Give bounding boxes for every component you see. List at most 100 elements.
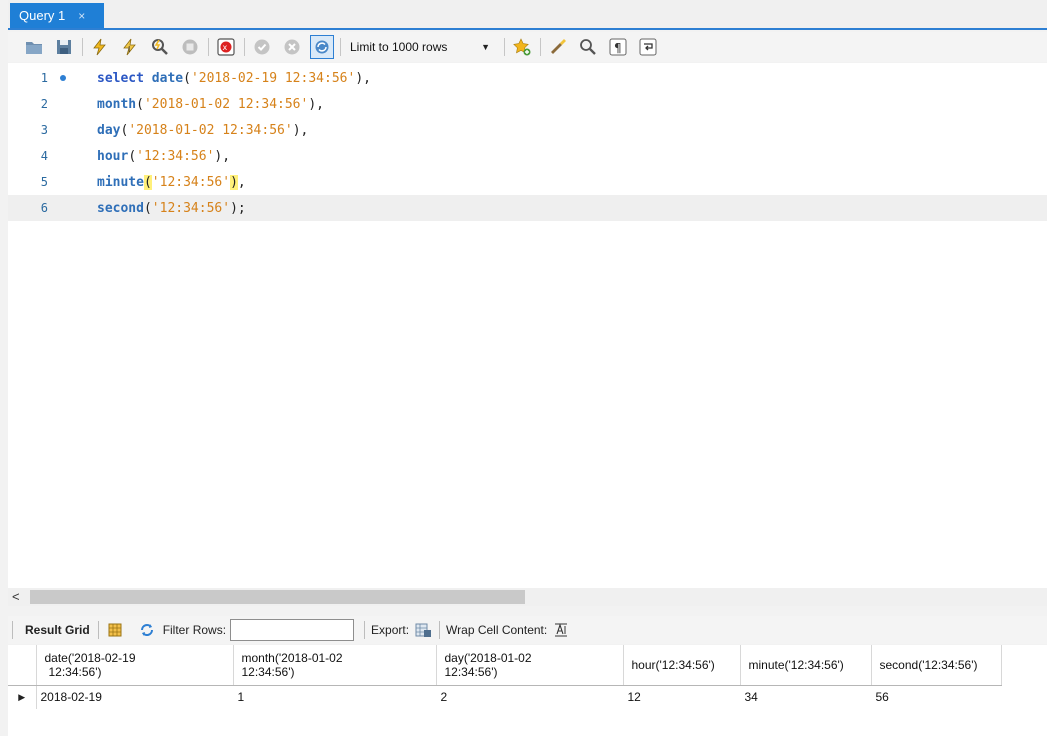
column-header-text: 12:34:56')	[444, 664, 498, 679]
sql-editor-window: Query 1 × I x Limit to 1000 rows ▼ ¶ 1 s…	[0, 0, 1047, 736]
line-number: 1	[40, 71, 48, 85]
function-name: month	[97, 96, 137, 112]
string-literal: '12:34:56'	[151, 174, 231, 190]
invisible-chars-icon[interactable]: ¶	[606, 35, 630, 59]
editor-line-6[interactable]: 6 second('12:34:56');	[8, 195, 1047, 221]
result-table: date('2018-02-19 12:34:56') month('2018-0…	[8, 645, 1002, 709]
open-folder-icon[interactable]	[22, 35, 46, 59]
result-grid[interactable]: date('2018-02-19 12:34:56') month('2018-0…	[8, 645, 1047, 736]
line-number: 6	[40, 201, 48, 215]
grid-layout-icon[interactable]	[105, 620, 125, 640]
table-row[interactable]: ▶ 2018-02-19 1 2 12 34 56	[8, 685, 1002, 709]
error-toggle-icon[interactable]: x	[214, 35, 238, 59]
beautify-icon[interactable]	[546, 35, 570, 59]
close-icon[interactable]: ×	[78, 9, 85, 23]
result-toolbar: Result Grid Filter Rows: Export: Wrap Ce…	[8, 616, 1047, 644]
paren: (	[183, 70, 191, 86]
line-number: 2	[40, 97, 48, 111]
column-header[interactable]: minute('12:34:56')	[740, 645, 872, 686]
table-cell[interactable]: 1	[233, 685, 437, 709]
svg-text:x: x	[223, 43, 228, 52]
svg-text:¶: ¶	[614, 41, 622, 55]
row-header-corner	[8, 645, 37, 686]
filter-rows-input[interactable]	[230, 619, 355, 641]
code-text: second('12:34:56');	[97, 201, 246, 216]
column-header[interactable]: day('2018-01-02 12:34:56')	[436, 645, 624, 686]
editor-line-3[interactable]: 3 day('2018-01-02 12:34:56'),	[8, 117, 1047, 143]
punctuation: ,	[363, 70, 371, 86]
tab-bar: Query 1 ×	[8, 0, 1047, 30]
stop-icon[interactable]	[178, 35, 202, 59]
editor-line-4[interactable]: 4 hour('12:34:56'),	[8, 143, 1047, 169]
toolbar-separator	[540, 38, 541, 56]
scrollbar-thumb[interactable]	[30, 590, 525, 604]
column-header[interactable]: date('2018-02-19 12:34:56')	[36, 645, 234, 686]
rollback-icon[interactable]	[280, 35, 304, 59]
wrap-cell-content-icon[interactable]	[551, 620, 571, 640]
horizontal-scrollbar[interactable]: <	[8, 588, 1047, 606]
export-icon[interactable]	[413, 620, 433, 640]
function-name: day	[97, 122, 121, 138]
toolbar-separator	[97, 621, 99, 639]
line-number: 3	[40, 123, 48, 137]
paren: (	[143, 200, 152, 216]
column-header[interactable]: second('12:34:56')	[871, 645, 1002, 686]
toolbar-separator	[439, 621, 441, 639]
autocommit-icon[interactable]	[310, 35, 334, 59]
paren: (	[128, 148, 137, 164]
paren: )	[230, 200, 238, 216]
commit-icon[interactable]	[250, 35, 274, 59]
refresh-icon[interactable]	[137, 620, 157, 640]
column-header-text: second('12:34:56')	[879, 657, 978, 672]
sql-editor[interactable]: 1 select date('2018-02-19 12:34:56'), 2 …	[8, 63, 1047, 589]
editor-line-5[interactable]: 5 minute('12:34:56'),	[8, 169, 1047, 195]
column-header[interactable]: hour('12:34:56')	[623, 645, 741, 686]
string-literal: '2018-01-02 12:34:56'	[128, 122, 293, 138]
wrap-icon[interactable]	[636, 35, 660, 59]
execute-current-icon[interactable]: I	[118, 35, 142, 59]
column-header[interactable]: month('2018-01-02 12:34:56')	[233, 645, 437, 686]
punctuation: ,	[300, 122, 309, 138]
code-text: month('2018-01-02 12:34:56'),	[97, 97, 324, 112]
function-name: second	[97, 200, 144, 216]
toolbar-separator	[340, 38, 341, 56]
paren: )	[292, 122, 301, 138]
column-header-text: day('2018-01-02	[444, 650, 532, 665]
punctuation: ,	[316, 96, 324, 112]
find-icon[interactable]	[576, 35, 600, 59]
column-header-text: 12:34:56')	[241, 664, 295, 679]
table-cell[interactable]: 34	[740, 685, 872, 709]
punctuation: ,	[222, 148, 231, 164]
keyword: select	[97, 70, 152, 86]
limit-rows-select[interactable]: Limit to 1000 rows ▼	[346, 36, 496, 58]
editor-toolbar: I x Limit to 1000 rows ▼ ¶	[8, 32, 1047, 62]
bookmark-icon[interactable]	[510, 35, 534, 59]
table-cell[interactable]: 12	[623, 685, 741, 709]
table-cell[interactable]: 2018-02-19	[36, 685, 234, 709]
column-header-text: date('2018-02-19	[44, 650, 136, 665]
svg-text:I: I	[128, 45, 130, 54]
code-text: minute('12:34:56'),	[97, 174, 246, 190]
toolbar-separator	[364, 621, 366, 639]
header-row: date('2018-02-19 12:34:56') month('2018-0…	[8, 645, 1002, 686]
table-cell[interactable]: 56	[871, 685, 1002, 709]
execute-icon[interactable]	[88, 35, 112, 59]
save-icon[interactable]	[52, 35, 76, 59]
toolbar-separator	[504, 38, 505, 56]
string-literal: '12:34:56'	[151, 200, 231, 216]
toolbar-separator	[208, 38, 209, 56]
tab-title: Query 1	[19, 8, 66, 23]
toolbar-separator	[244, 38, 245, 56]
chevron-down-icon: ▼	[481, 42, 490, 52]
scroll-left-icon[interactable]: <	[12, 589, 20, 604]
editor-line-1[interactable]: 1 select date('2018-02-19 12:34:56'),	[8, 65, 1047, 91]
explain-icon[interactable]	[148, 35, 172, 59]
result-grid-tab[interactable]: Result Grid	[19, 623, 92, 637]
table-cell[interactable]: 2	[436, 685, 624, 709]
filter-rows-label: Filter Rows:	[162, 623, 227, 637]
punctuation: ,	[237, 174, 246, 190]
tab-query-1[interactable]: Query 1 ×	[10, 3, 104, 28]
editor-line-2[interactable]: 2 month('2018-01-02 12:34:56'),	[8, 91, 1047, 117]
wrap-cell-content-label: Wrap Cell Content:	[446, 623, 548, 637]
paren: )	[308, 96, 317, 112]
